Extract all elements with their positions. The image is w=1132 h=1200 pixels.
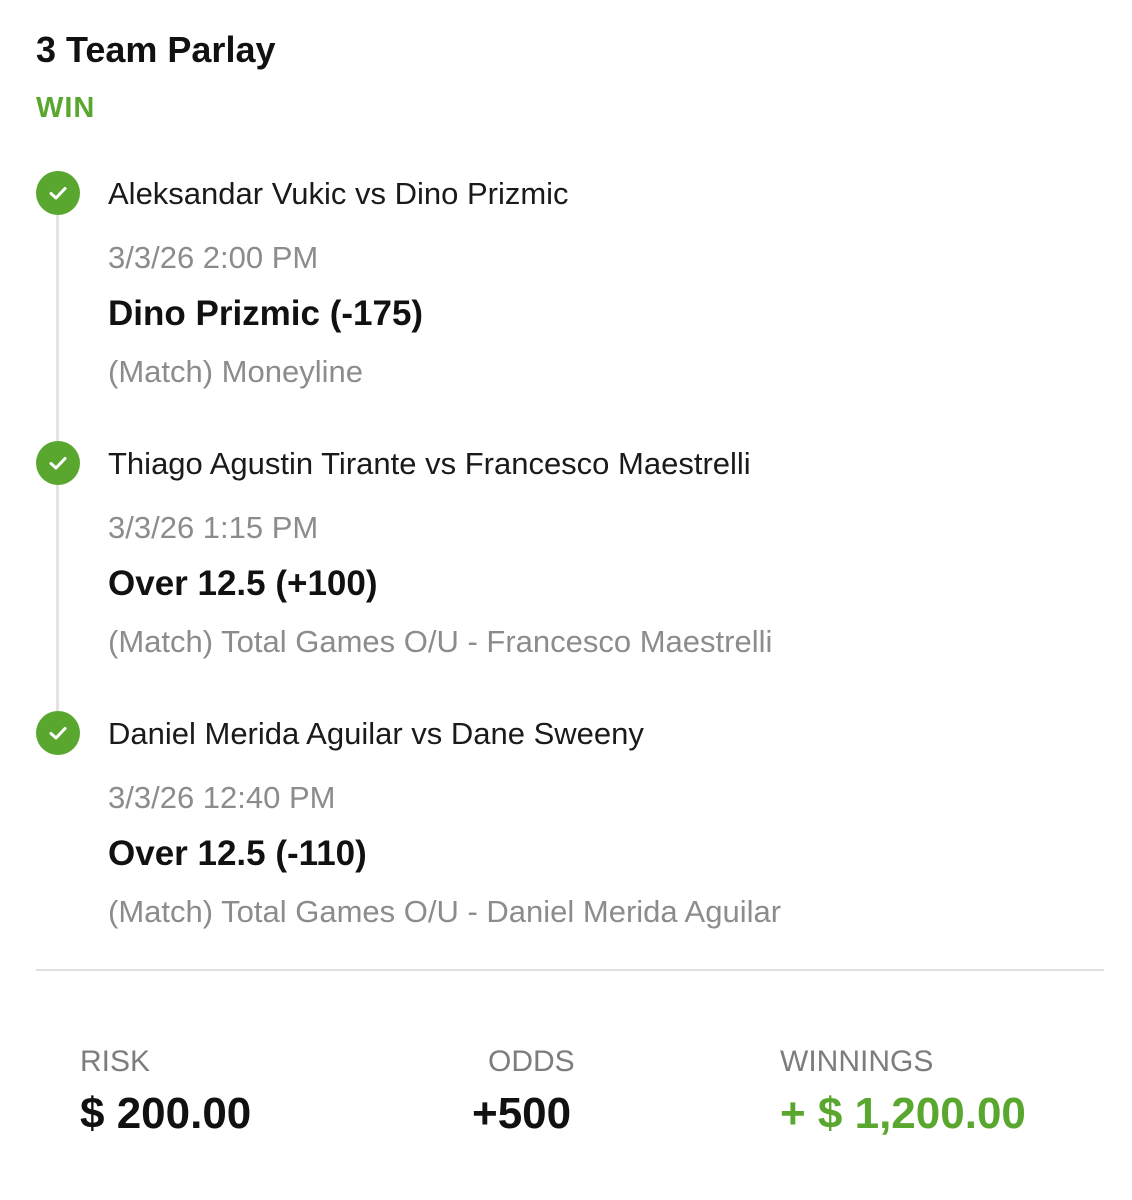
winnings-value: + $ 1,200.00 bbox=[780, 1089, 1026, 1138]
leg-datetime: 3/3/26 2:00 PM bbox=[108, 240, 319, 275]
leg-matchup: Aleksandar Vukic vs Dino Prizmic bbox=[108, 176, 569, 211]
bet-status-badge: WIN bbox=[36, 92, 96, 124]
check-circle-icon bbox=[36, 441, 80, 485]
odds-value: +500 bbox=[472, 1089, 572, 1138]
leg-datetime: 3/3/26 1:15 PM bbox=[108, 510, 319, 545]
leg-pick: Dino Prizmic (-175) bbox=[108, 294, 424, 333]
leg-pick: Over 12.5 (-110) bbox=[108, 834, 367, 873]
leg-pick: Over 12.5 (+100) bbox=[108, 564, 378, 603]
risk-label: RISK bbox=[80, 1045, 151, 1078]
leg-market: (Match) Moneyline bbox=[108, 354, 363, 389]
bet-title: 3 Team Parlay bbox=[36, 29, 276, 70]
winnings-label: WINNINGS bbox=[780, 1045, 934, 1078]
leg-market: (Match) Total Games O/U - Francesco Maes… bbox=[108, 624, 773, 659]
risk-value: $ 200.00 bbox=[80, 1089, 252, 1138]
leg-datetime: 3/3/26 12:40 PM bbox=[108, 780, 336, 815]
summary-divider bbox=[36, 969, 1104, 971]
leg-market: (Match) Total Games O/U - Daniel Merida … bbox=[108, 894, 782, 929]
check-circle-icon bbox=[36, 711, 80, 755]
leg-matchup: Daniel Merida Aguilar vs Dane Sweeny bbox=[108, 716, 644, 751]
check-circle-icon bbox=[36, 171, 80, 215]
leg-matchup: Thiago Agustin Tirante vs Francesco Maes… bbox=[108, 446, 751, 481]
odds-label: ODDS bbox=[488, 1045, 575, 1078]
